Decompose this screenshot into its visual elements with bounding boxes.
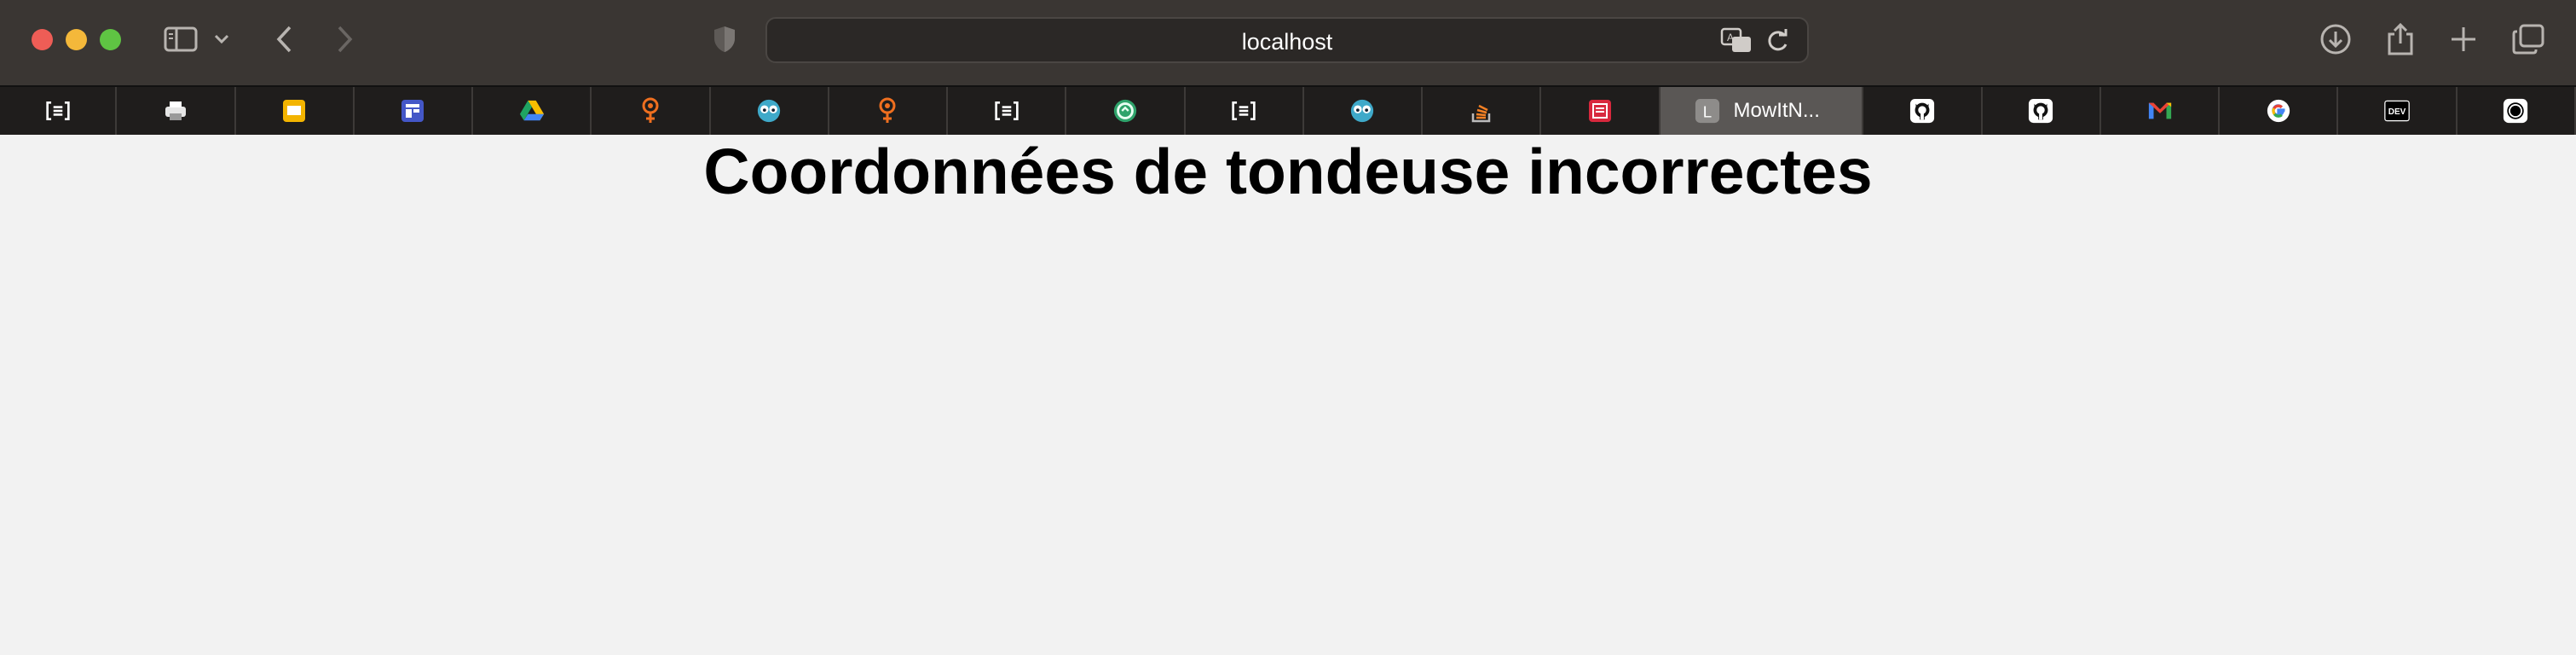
sidebar-toggle-button[interactable] xyxy=(160,19,201,60)
tab-active[interactable]: L MowItN... xyxy=(1660,87,1864,135)
downloads-button[interactable] xyxy=(2315,19,2356,60)
tab-reader-3[interactable] xyxy=(1186,87,1304,135)
share-icon xyxy=(2388,22,2413,55)
tab-face-2[interactable] xyxy=(1304,87,1424,135)
tab-overview-icon xyxy=(2512,24,2544,55)
page-content xyxy=(0,135,2576,655)
letter-l-icon: L xyxy=(1695,98,1720,124)
dev-icon: DEV xyxy=(2384,98,2410,124)
close-window-button[interactable] xyxy=(32,29,53,50)
tab-circle-green[interactable] xyxy=(1066,87,1186,135)
tab-slides[interactable] xyxy=(236,87,355,135)
board-icon xyxy=(400,98,425,124)
page-title: Coordonnées de tondeuse incorrectes xyxy=(703,136,1873,207)
plus-icon xyxy=(2452,27,2475,51)
location-pin-icon xyxy=(638,97,663,124)
tab-face-1[interactable] xyxy=(711,87,829,135)
tab-google[interactable] xyxy=(2220,87,2339,135)
shield-icon xyxy=(714,26,735,52)
tab-pin-2[interactable] xyxy=(829,87,949,135)
svg-text:DEV: DEV xyxy=(2388,107,2406,117)
tab-bar: L MowItN... DEV xyxy=(0,85,2576,135)
gmail-icon xyxy=(2147,98,2173,124)
zoom-window-button[interactable] xyxy=(100,29,121,50)
printer-icon xyxy=(163,98,188,124)
svg-text:A: A xyxy=(1727,32,1734,43)
bracket-list-icon xyxy=(1231,98,1256,124)
tab-red-doc[interactable] xyxy=(1541,87,1661,135)
face-icon xyxy=(1349,98,1375,124)
tab-stackoverflow[interactable] xyxy=(1423,87,1542,135)
tab-printer[interactable] xyxy=(117,87,236,135)
reload-icon[interactable] xyxy=(1765,27,1790,55)
tab-ring[interactable] xyxy=(2458,87,2576,135)
red-document-icon xyxy=(1587,98,1613,124)
share-button[interactable] xyxy=(2380,19,2421,60)
url-text: localhost xyxy=(1241,29,1333,55)
tab-dev[interactable]: DEV xyxy=(2338,87,2458,135)
google-icon xyxy=(2266,98,2291,124)
github-icon xyxy=(1909,98,1935,124)
tab-github-2[interactable] xyxy=(1983,87,2101,135)
bracket-list-icon xyxy=(994,98,1019,124)
face-icon xyxy=(756,98,782,124)
sidebar-menu-button[interactable] xyxy=(206,19,237,60)
chevron-left-icon xyxy=(276,26,292,53)
address-bar[interactable]: localhost A xyxy=(765,17,1809,63)
tab-github-1[interactable] xyxy=(1863,87,1983,135)
sidebar-icon xyxy=(164,26,198,52)
download-icon xyxy=(2320,24,2351,55)
ring-icon xyxy=(2503,98,2528,124)
green-circle-icon xyxy=(1112,98,1138,124)
chevron-down-icon xyxy=(214,34,229,44)
browser-toolbar: localhost A xyxy=(0,0,2576,85)
slides-icon xyxy=(281,98,307,124)
tab-pin-1[interactable] xyxy=(592,87,711,135)
tab-gmail[interactable] xyxy=(2101,87,2221,135)
stackoverflow-icon xyxy=(1469,98,1494,124)
privacy-report-button[interactable] xyxy=(704,19,745,60)
chevron-right-icon xyxy=(338,26,353,53)
tab-title: MowItN... xyxy=(1733,99,1820,122)
bracket-list-icon xyxy=(45,98,71,124)
minimize-window-button[interactable] xyxy=(66,29,87,50)
google-drive-icon xyxy=(519,98,545,124)
translate-icon[interactable]: A xyxy=(1720,27,1753,55)
forward-button[interactable] xyxy=(324,19,365,60)
tab-overview-button[interactable] xyxy=(2508,19,2549,60)
tab-board[interactable] xyxy=(355,87,474,135)
new-tab-button[interactable] xyxy=(2443,19,2484,60)
tab-drive[interactable] xyxy=(473,87,592,135)
back-button[interactable] xyxy=(264,19,305,60)
location-pin-icon xyxy=(875,97,900,124)
tab-reader-2[interactable] xyxy=(948,87,1067,135)
svg-text:L: L xyxy=(1702,103,1711,121)
github-icon xyxy=(2028,98,2053,124)
tab-reader[interactable] xyxy=(0,87,118,135)
